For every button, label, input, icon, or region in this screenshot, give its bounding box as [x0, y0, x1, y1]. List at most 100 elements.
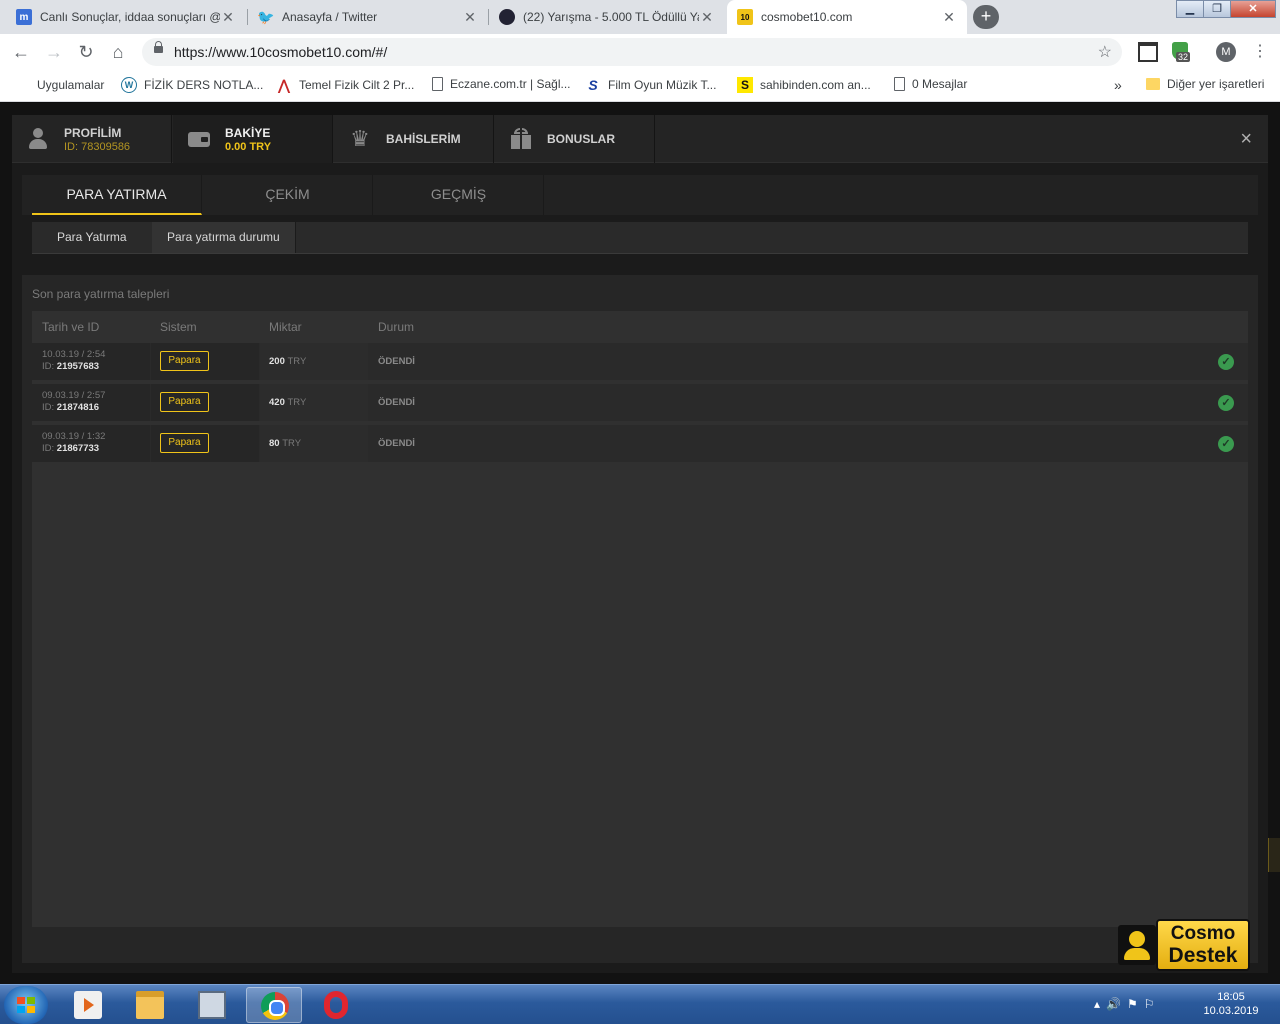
web-page: PROFİLİM ID: 78309586 BAKİYE 0.00 TRY ♛ … — [0, 103, 1280, 984]
taskbar-opera[interactable] — [308, 987, 364, 1023]
subtab-deposit-status[interactable]: Para yatırma durumu — [152, 222, 296, 253]
amount-cell: 200 TRY — [260, 343, 368, 380]
maximize-button[interactable]: ❐ — [1203, 0, 1231, 18]
table-row: 09.03.19 / 1:32 ID: 21867733 Papara 80 T… — [32, 425, 1248, 462]
row-date: 09.03.19 / 2:57 — [42, 390, 106, 401]
system-tray[interactable]: ▴🔊⚑⚐ — [1094, 997, 1160, 1011]
folder-icon — [1146, 78, 1160, 90]
subtab-withdraw[interactable]: ÇEKİM — [203, 175, 373, 215]
tab-title: cosmobet10.com — [761, 10, 853, 24]
address-bar[interactable]: https://www.10cosmobet10.com/#/ ☆ — [142, 38, 1122, 66]
forward-button[interactable]: → — [42, 40, 66, 64]
bookmark-temel-fizik[interactable]: ⋀ Temel Fizik Cilt 2 Pr... — [276, 77, 414, 93]
wordpress-icon: W — [121, 77, 137, 93]
caret-icon: ⋀ — [278, 76, 290, 93]
windows-logo-icon — [17, 997, 35, 1013]
start-button[interactable] — [4, 986, 48, 1024]
taskbar-file-explorer[interactable] — [122, 987, 178, 1023]
id-label: ID: — [42, 402, 55, 413]
back-button[interactable]: ← — [9, 40, 33, 64]
close-tab-icon[interactable]: ✕ — [220, 9, 236, 26]
taskbar-media-player[interactable] — [60, 987, 116, 1023]
taskbar-chrome[interactable] — [246, 987, 302, 1023]
date-cell: 09.03.19 / 1:32 ID: 21867733 — [32, 425, 150, 462]
subtab-history[interactable]: GEÇMİŞ — [374, 175, 544, 215]
modal-close-button[interactable]: × — [1240, 127, 1252, 151]
page-side-element — [1268, 838, 1280, 872]
chrome-menu-icon[interactable]: ⋮ — [1252, 40, 1268, 64]
taskbar-clock[interactable]: 18:05 10.03.2019 — [1196, 990, 1266, 1018]
tab-bonuses-label: BONUSLAR — [547, 132, 615, 146]
chrome-icon — [261, 992, 289, 1020]
amount-cell: 420 TRY — [260, 384, 368, 421]
cosmo-destek-support-button[interactable]: Cosmo Destek — [1118, 919, 1250, 971]
browser-tab-twitter[interactable]: 🐦 Anasayfa / Twitter ✕ — [248, 0, 488, 34]
balance-subtabs: PARA YATIRMA ÇEKİM GEÇMİŞ — [22, 175, 1258, 215]
tab-profile[interactable]: PROFİLİM ID: 78309586 — [12, 115, 172, 163]
file-explorer-icon — [136, 991, 164, 1019]
bookmark-eczane[interactable]: Eczane.com.tr | Sağl... — [432, 77, 571, 91]
bookmark-fizik[interactable]: W FİZİK DERS NOTLA... — [121, 77, 263, 93]
subtab-make-deposit[interactable]: Para Yatırma — [32, 222, 153, 253]
bookmark-apps[interactable]: Uygulamalar — [14, 77, 104, 93]
media-player-icon — [74, 991, 102, 1019]
tab-my-bets[interactable]: ♛ BAHİSLERİM — [334, 115, 494, 163]
browser-tab-yarisma[interactable]: (22) Yarışma - 5.000 TL Ödüllü Ya ✕ — [489, 0, 725, 34]
clock-date: 10.03.2019 — [1203, 1005, 1259, 1017]
deposit-subtabs: Para Yatırma Para yatırma durumu — [32, 222, 1248, 254]
extension-badge: 32 — [1176, 52, 1191, 62]
row-currency: TRY — [282, 438, 302, 449]
subtab-deposit[interactable]: PARA YATIRMA — [32, 175, 202, 215]
browser-tab-mackolik[interactable]: m Canlı Sonuçlar, iddaa sonuçları @ ✕ — [6, 0, 246, 34]
close-tab-icon[interactable]: ✕ — [699, 9, 715, 26]
payment-system-badge: Papara — [160, 392, 209, 412]
window-controls: ▁ ❐ ✕ — [1176, 0, 1276, 18]
account-tabs: PROFİLİM ID: 78309586 BAKİYE 0.00 TRY ♛ … — [12, 115, 1268, 163]
extension-icon[interactable] — [1138, 42, 1158, 62]
column-header-system: Sistem — [160, 320, 197, 334]
user-icon — [26, 127, 50, 151]
row-status: ÖDENDİ — [378, 397, 415, 408]
wallet-icon — [187, 127, 211, 151]
amount-cell: 80 TRY — [260, 425, 368, 462]
bookmark-film-oyun[interactable]: S Film Oyun Müzik T... — [585, 77, 716, 93]
minimize-button[interactable]: ▁ — [1176, 0, 1204, 18]
bookmark-label: Temel Fizik Cilt 2 Pr... — [299, 78, 415, 92]
browser-toolbar: ← → ↻ ⌂ https://www.10cosmobet10.com/#/ … — [0, 34, 1280, 70]
row-currency: TRY — [287, 397, 307, 408]
tab-balance-label: BAKİYE — [225, 125, 271, 140]
bookmark-label: 0 Mesajlar — [912, 77, 968, 91]
reload-button[interactable]: ↻ — [74, 40, 98, 64]
bookmark-mesajlar[interactable]: 0 Mesajlar — [894, 77, 967, 91]
account-modal: PROFİLİM ID: 78309586 BAKİYE 0.00 TRY ♛ … — [12, 115, 1268, 973]
lock-icon — [154, 41, 163, 53]
payment-system-badge: Papara — [160, 433, 209, 453]
profile-avatar[interactable]: M — [1216, 42, 1236, 62]
close-tab-icon[interactable]: ✕ — [462, 9, 478, 26]
bookmarks-overflow-button[interactable]: » — [1114, 77, 1122, 93]
tab-balance[interactable]: BAKİYE 0.00 TRY — [173, 115, 333, 163]
deposit-status-panel: Son para yatırma talepleri Tarih ve ID S… — [22, 275, 1258, 963]
column-header-status: Durum — [378, 320, 415, 334]
url-text: https://www.10cosmobet10.com/#/ — [174, 44, 388, 60]
windows-taskbar: ▴🔊⚑⚐ 18:05 10.03.2019 — [0, 984, 1280, 1024]
id-label: ID: — [42, 443, 55, 454]
adblock-extension-icon[interactable]: 32 — [1172, 42, 1192, 62]
apps-icon — [14, 77, 30, 93]
bookmark-sahibinden[interactable]: S sahibinden.com an... — [737, 77, 871, 93]
bookmark-star-icon[interactable]: ☆ — [1098, 42, 1112, 62]
bookmark-label: FİZİK DERS NOTLA... — [144, 78, 264, 92]
browser-tab-cosmobet[interactable]: 10 cosmobet10.com ✕ — [727, 0, 967, 34]
bookmark-label: Eczane.com.tr | Sağl... — [450, 77, 571, 91]
tab-bonuses[interactable]: BONUSLAR — [495, 115, 655, 163]
home-button[interactable]: ⌂ — [106, 40, 130, 64]
other-bookmarks[interactable]: Diğer yer işaretleri — [1146, 77, 1264, 91]
taskbar-network-window[interactable] — [184, 987, 240, 1023]
bookmarks-bar: Uygulamalar W FİZİK DERS NOTLA... ⋀ Teme… — [0, 70, 1280, 102]
close-tab-icon[interactable]: ✕ — [941, 9, 957, 26]
id-label: ID: — [42, 361, 55, 372]
window-close-button[interactable]: ✕ — [1230, 0, 1276, 18]
row-status: ÖDENDİ — [378, 438, 415, 449]
new-tab-button[interactable]: + — [973, 5, 999, 29]
s-icon: S — [588, 77, 598, 93]
